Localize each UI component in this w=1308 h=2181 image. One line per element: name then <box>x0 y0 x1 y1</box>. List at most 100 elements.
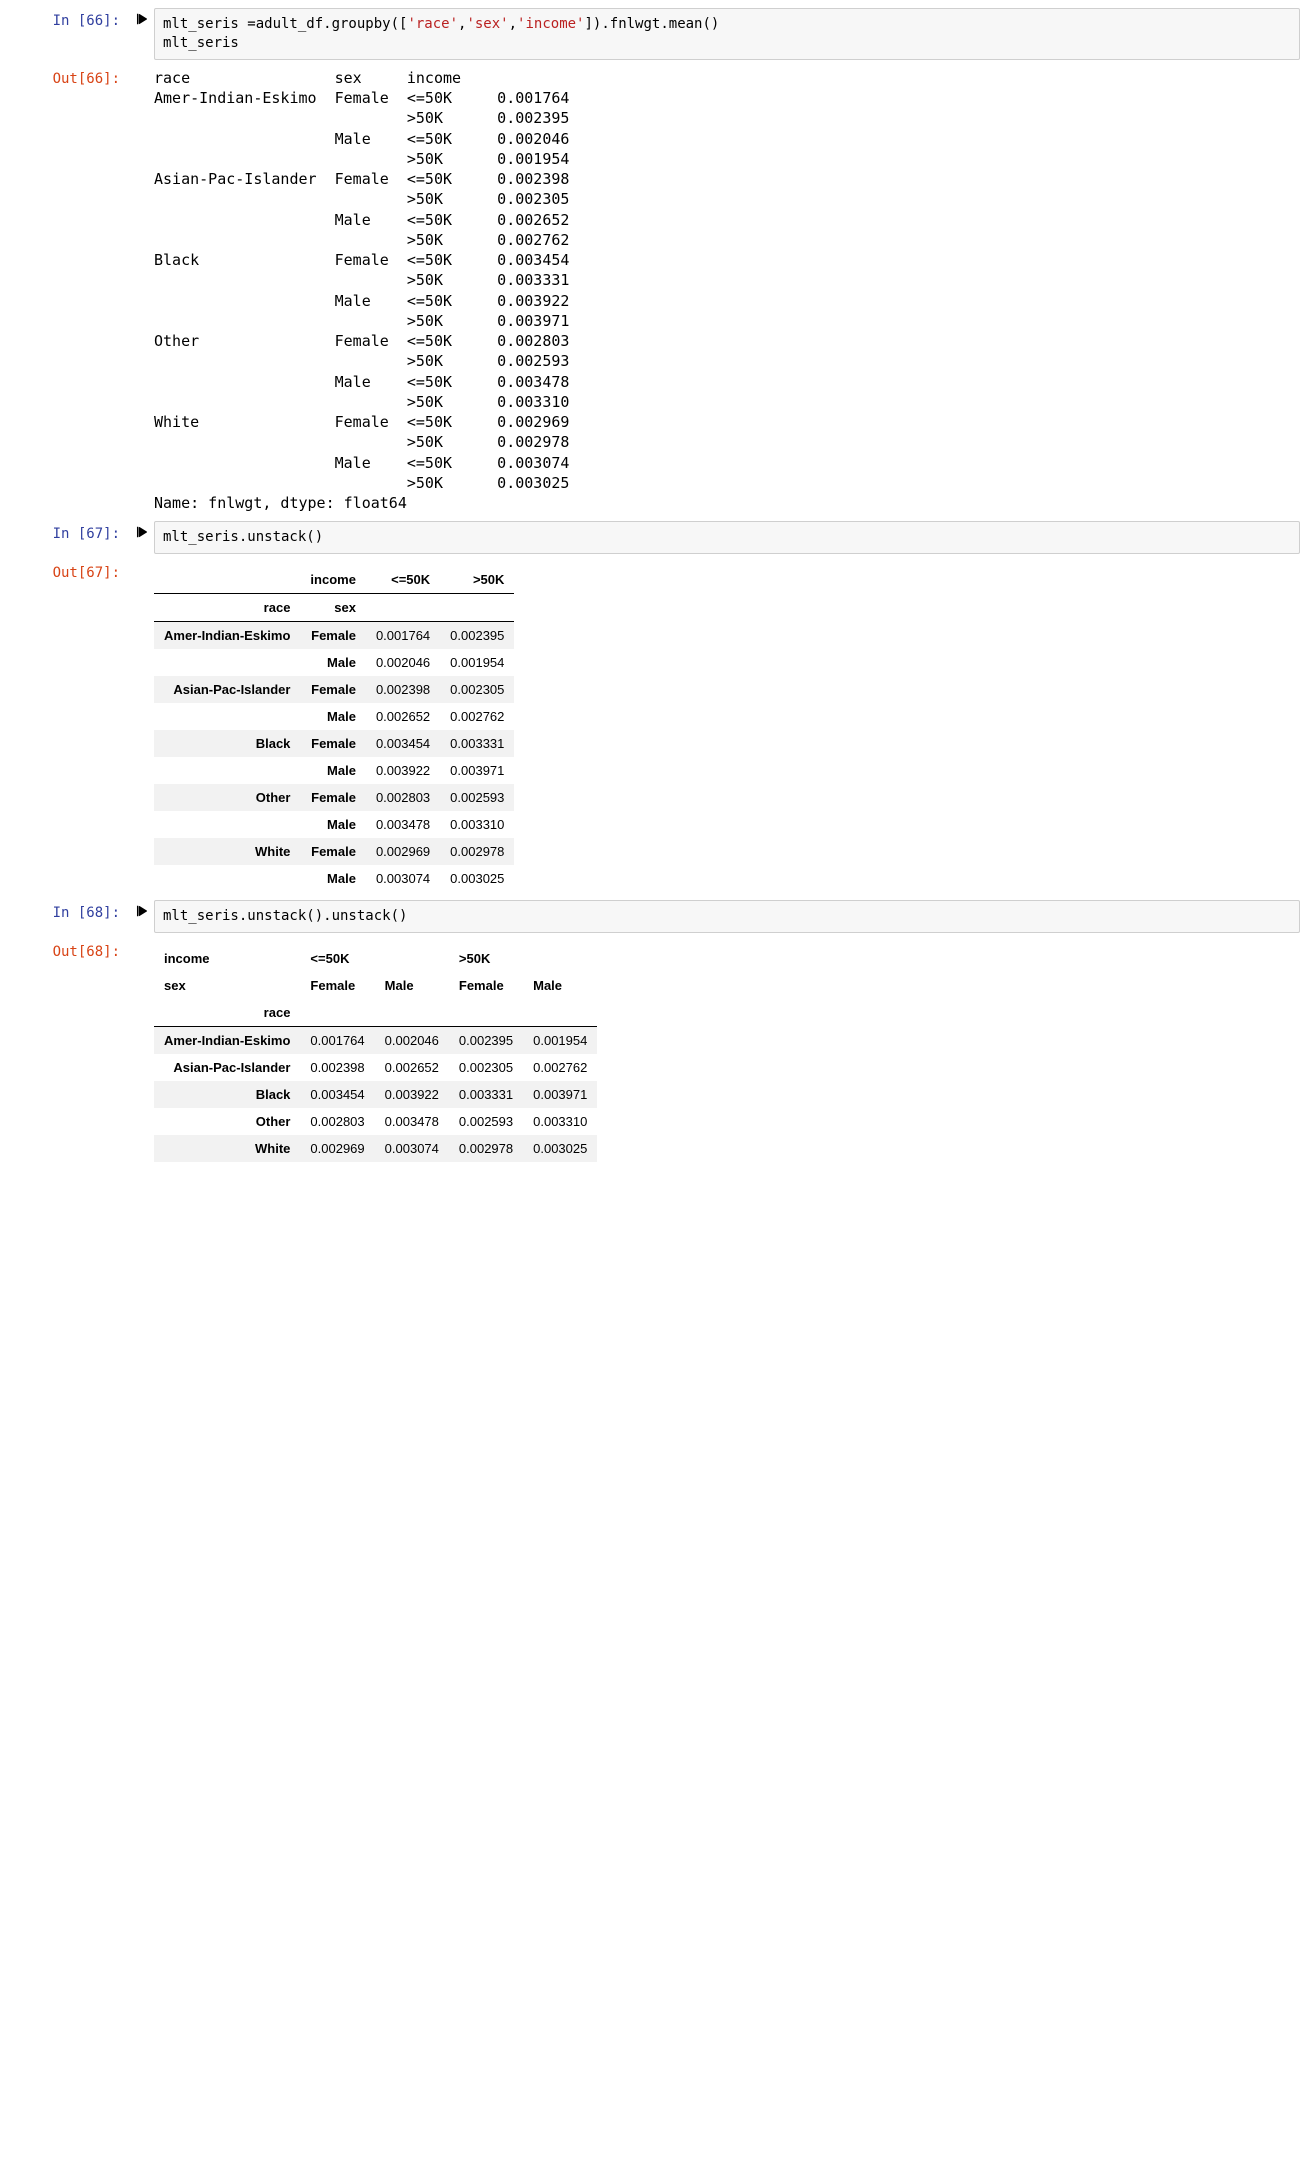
cell-value: 0.002803 <box>366 784 440 811</box>
row-header: Female <box>300 838 366 865</box>
output-prompt: Out[66]: <box>8 66 130 516</box>
code-string: 'race' <box>407 16 458 32</box>
cell-value: 0.003025 <box>523 1135 597 1162</box>
cell-value: 0.002398 <box>366 676 440 703</box>
text-output: race sex income Amer-Indian-Eskimo Femal… <box>154 68 1292 514</box>
table-row: Amer-Indian-EskimoFemale0.0017640.002395 <box>154 622 514 650</box>
row-header: Male <box>300 703 366 730</box>
output-prompt: Out[67]: <box>8 560 130 894</box>
code-text: mlt_seris <box>163 35 239 51</box>
column-header: >50K <box>449 945 597 972</box>
cell-value: 0.002395 <box>440 622 514 650</box>
cell-value: 0.001954 <box>523 1027 597 1055</box>
cell-value: 0.003310 <box>523 1108 597 1135</box>
input-prompt: In [68]: <box>8 900 130 933</box>
cell-value: 0.002969 <box>366 838 440 865</box>
code-text: mlt_seris =adult_df.groupby([ <box>163 16 407 32</box>
cell-value: 0.003331 <box>449 1081 523 1108</box>
row-header: Asian-Pac-Islander <box>154 1054 300 1081</box>
column-header: <=50K <box>300 945 448 972</box>
output-cell-68: Out[68]: income <=50K >50K sex Female Ma… <box>8 939 1300 1164</box>
input-prompt: In [66]: <box>8 8 130 60</box>
cell-value: 0.002652 <box>375 1054 449 1081</box>
row-header: Other <box>154 1108 300 1135</box>
table-row: Asian-Pac-IslanderFemale0.0023980.002305 <box>154 676 514 703</box>
code-cell-66: In [66]: mlt_seris =adult_df.groupby(['r… <box>8 8 1300 60</box>
cell-value: 0.003971 <box>523 1081 597 1108</box>
run-cell-icon[interactable] <box>135 525 149 542</box>
code-input[interactable]: mlt_seris.unstack() <box>154 521 1300 554</box>
cell-value: 0.002803 <box>300 1108 374 1135</box>
cell-value: 0.003971 <box>440 757 514 784</box>
code-cell-67: In [67]: mlt_seris.unstack() <box>8 521 1300 554</box>
row-header: Male <box>300 757 366 784</box>
column-header: <=50K <box>366 566 440 594</box>
column-level-name: sex <box>154 972 300 999</box>
output-cell-66: Out[66]: race sex income Amer-Indian-Esk… <box>8 66 1300 516</box>
row-header: Amer-Indian-Eskimo <box>154 622 300 650</box>
column-header: >50K <box>440 566 514 594</box>
row-header: Female <box>300 784 366 811</box>
column-header: Male <box>375 972 449 999</box>
cell-value: 0.002046 <box>375 1027 449 1055</box>
output-area: race sex income Amer-Indian-Eskimo Femal… <box>154 66 1300 516</box>
cell-value: 0.002978 <box>440 838 514 865</box>
row-header: Black <box>154 1081 300 1108</box>
cell-value: 0.002762 <box>440 703 514 730</box>
row-header: Female <box>300 622 366 650</box>
cell-value: 0.002969 <box>300 1135 374 1162</box>
output-cell-67: Out[67]: income <=50K >50K race sex Amer… <box>8 560 1300 894</box>
row-header: Amer-Indian-Eskimo <box>154 1027 300 1055</box>
run-cell-icon[interactable] <box>135 904 149 921</box>
column-header: Female <box>300 972 374 999</box>
cell-value: 0.003478 <box>366 811 440 838</box>
table-row: BlackFemale0.0034540.003331 <box>154 730 514 757</box>
cell-value: 0.003310 <box>440 811 514 838</box>
column-level-name: income <box>154 945 300 972</box>
row-header: White <box>154 1135 300 1162</box>
row-header: Other <box>154 784 300 811</box>
cell-value: 0.003331 <box>440 730 514 757</box>
table-row: Other0.0028030.0034780.0025930.003310 <box>154 1108 597 1135</box>
table-row: WhiteFemale0.0029690.002978 <box>154 838 514 865</box>
code-text: ]).fnlwgt.mean() <box>584 16 719 32</box>
table-row: White0.0029690.0030740.0029780.003025 <box>154 1135 597 1162</box>
table-row: Amer-Indian-Eskimo0.0017640.0020460.0023… <box>154 1027 597 1055</box>
cell-value: 0.003074 <box>366 865 440 892</box>
row-header: Male <box>300 649 366 676</box>
table-row: Male0.0020460.001954 <box>154 649 514 676</box>
index-name: race <box>154 999 300 1027</box>
code-text: , <box>509 16 517 32</box>
cell-value: 0.003454 <box>366 730 440 757</box>
row-header: Male <box>300 811 366 838</box>
cell-value: 0.003922 <box>375 1081 449 1108</box>
table-row: Male0.0030740.003025 <box>154 865 514 892</box>
column-header: income <box>300 566 366 594</box>
row-header <box>154 865 300 892</box>
cell-value: 0.002305 <box>449 1054 523 1081</box>
row-header: Female <box>300 676 366 703</box>
code-input[interactable]: mlt_seris.unstack().unstack() <box>154 900 1300 933</box>
cell-value: 0.003074 <box>375 1135 449 1162</box>
cell-value: 0.002398 <box>300 1054 374 1081</box>
row-header: Male <box>300 865 366 892</box>
cell-value: 0.003454 <box>300 1081 374 1108</box>
code-input[interactable]: mlt_seris =adult_df.groupby(['race','sex… <box>154 8 1300 60</box>
input-prompt: In [67]: <box>8 521 130 554</box>
row-header <box>154 811 300 838</box>
row-header <box>154 649 300 676</box>
code-string: 'sex' <box>466 16 508 32</box>
row-header: Black <box>154 730 300 757</box>
column-header: Male <box>523 972 597 999</box>
table-row: Male0.0034780.003310 <box>154 811 514 838</box>
cell-value: 0.002593 <box>440 784 514 811</box>
code-string: 'income' <box>517 16 584 32</box>
row-header: Female <box>300 730 366 757</box>
output-area: income <=50K >50K sex Female Male Female… <box>154 939 1300 1164</box>
cell-value: 0.002395 <box>449 1027 523 1055</box>
run-cell-icon[interactable] <box>135 12 149 29</box>
row-header <box>154 703 300 730</box>
table-row: Black0.0034540.0039220.0033310.003971 <box>154 1081 597 1108</box>
cell-value: 0.003478 <box>375 1108 449 1135</box>
cell-value: 0.001954 <box>440 649 514 676</box>
